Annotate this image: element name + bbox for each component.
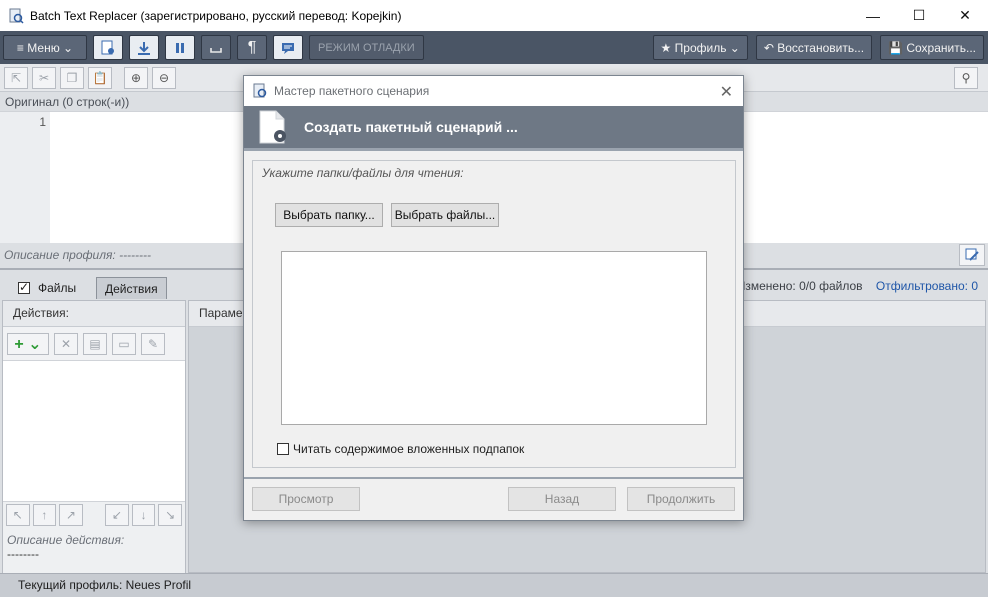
tab-files-label: Файлы [38, 281, 77, 295]
main-toolbar: ≡ Меню ⌄ ¶ РЕЖИМ ОТЛАДКИ ★ Профиль ⌄ ↶ В… [0, 31, 988, 64]
pilcrow-icon[interactable]: ¶ [237, 35, 267, 60]
app-icon [9, 8, 24, 24]
status-bar: Текущий профиль: Neues Profil [0, 573, 988, 597]
edit-description-icon[interactable] [959, 244, 985, 266]
sort-down-icon[interactable] [129, 35, 159, 60]
clear-actions-icon[interactable]: ▤ [83, 332, 107, 355]
delete-action-icon[interactable]: ✕ [54, 332, 78, 355]
move-top-right-icon[interactable]: ↗ [59, 503, 83, 526]
preview-button[interactable]: Просмотр [252, 487, 360, 511]
changed-count: Изменено: 0/0 файлов [736, 279, 863, 293]
subfolders-checkbox[interactable] [277, 443, 289, 455]
settings-icon[interactable] [93, 35, 123, 60]
zoom-in-icon[interactable]: ⊕ [124, 66, 148, 89]
move-top-left-icon[interactable]: ↖ [6, 503, 30, 526]
zoom-out-icon[interactable]: ⊖ [152, 66, 176, 89]
profile-description: Описание профиля: -------- [4, 248, 152, 262]
title-bar: Batch Text Replacer (зарегистрировано, р… [0, 0, 988, 31]
selected-paths-list[interactable] [281, 251, 707, 425]
choose-folder-button[interactable]: Выбрать папку... [275, 203, 383, 227]
find-icon[interactable]: ⚲ [954, 67, 978, 89]
move-bottom-left-icon[interactable]: ↙ [105, 503, 129, 526]
save-button[interactable]: 💾 Сохранить... [880, 35, 984, 60]
rename-action-icon[interactable]: ▭ [112, 332, 136, 355]
continue-button[interactable]: Продолжить [627, 487, 735, 511]
batch-script-wizard: Мастер пакетного сценария ✕ Создать паке… [243, 75, 744, 521]
action-description: Описание действия: -------- [3, 527, 185, 573]
subfolders-option[interactable]: Читать содержимое вложенных подпапок [277, 442, 524, 456]
dialog-close-button[interactable]: ✕ [720, 82, 733, 102]
actions-toolbar: + ⌄ ✕ ▤ ▭ ✎ [3, 327, 185, 361]
original-label: Оригинал (0 строк(-и)) [5, 95, 130, 109]
dialog-title-bar: Мастер пакетного сценария ✕ [244, 76, 743, 106]
files-checkbox[interactable] [18, 280, 30, 294]
source-prompt: Укажите папки/файлы для чтения: [262, 166, 464, 180]
dialog-title: Мастер пакетного сценария [274, 84, 430, 98]
paste-icon[interactable]: 📋 [88, 66, 112, 89]
wizard-icon [253, 83, 267, 98]
filtered-link[interactable]: Отфильтровано: 0 [876, 279, 978, 293]
files-stats: Изменено: 0/0 файлов Отфильтровано: 0 [737, 279, 978, 293]
dialog-header-title: Создать пакетный сценарий ... [304, 119, 518, 135]
whitespace-icon[interactable] [201, 35, 231, 60]
document-gear-icon [259, 110, 286, 144]
tab-files[interactable]: Файлы [10, 277, 84, 299]
actions-panel: Действия: + ⌄ ✕ ▤ ▭ ✎ ↖ ↑ ↗ ↙ ↓ ↘ Описан… [2, 300, 186, 573]
subfolders-label: Читать содержимое вложенных подпапок [293, 442, 525, 456]
pause-icon[interactable] [165, 35, 195, 60]
close-button[interactable]: ✕ [942, 0, 988, 31]
source-group: Укажите папки/файлы для чтения: Выбрать … [252, 160, 736, 468]
menu-button[interactable]: ≡ Меню ⌄ [3, 35, 87, 60]
move-controls: ↖ ↑ ↗ ↙ ↓ ↘ [3, 501, 185, 527]
restore-button[interactable]: ↶ Восстановить... [755, 35, 873, 60]
comment-icon[interactable] [273, 35, 303, 60]
actions-header: Действия: [3, 301, 185, 327]
back-button[interactable]: Назад [508, 487, 616, 511]
choose-files-button[interactable]: Выбрать файлы... [391, 203, 499, 227]
move-bottom-right-icon[interactable]: ↘ [158, 503, 182, 526]
tab-actions[interactable]: Действия [96, 277, 167, 299]
add-action-icon[interactable]: + ⌄ [7, 332, 49, 355]
move-up-icon[interactable]: ↑ [32, 503, 57, 526]
cut-icon[interactable]: ✂ [32, 66, 56, 89]
copy-icon[interactable]: ❐ [60, 66, 84, 89]
action-description-label: Описание действия: [7, 533, 125, 547]
window-title: Batch Text Replacer (зарегистрировано, р… [30, 8, 402, 23]
select-icon[interactable]: ⇱ [4, 66, 28, 89]
edit-action-icon[interactable]: ✎ [141, 332, 165, 355]
minimize-button[interactable]: — [850, 0, 896, 31]
move-down-icon[interactable]: ↓ [131, 503, 156, 526]
profile-button[interactable]: ★ Профиль ⌄ [652, 35, 748, 60]
maximize-button[interactable]: ☐ [896, 0, 942, 31]
debug-mode-button[interactable]: РЕЖИМ ОТЛАДКИ [309, 35, 424, 60]
action-description-value: -------- [7, 547, 39, 561]
dialog-header: Создать пакетный сценарий ... [244, 106, 743, 148]
line-gutter: 1 [0, 112, 50, 243]
line-number: 1 [39, 115, 46, 129]
